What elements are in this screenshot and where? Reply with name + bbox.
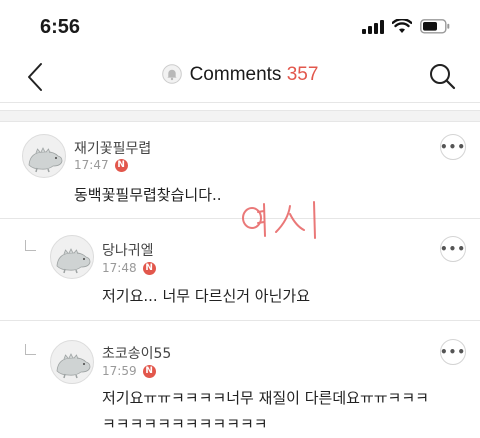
comment-author[interactable]: 재기꽃필무렵 bbox=[74, 138, 151, 158]
comment-text: 저기요ㅠㅠㅋㅋㅋㅋ너무 재질이 다른데요ㅠㅠㅋㅋㅋ ㅋㅋㅋㅋㅋㅋㅋㅋㅋㅋㅋㅋ bbox=[102, 385, 429, 437]
comment-author[interactable]: 초코송이55 bbox=[102, 343, 171, 363]
bell-icon[interactable] bbox=[161, 64, 182, 84]
cellular-signal-icon bbox=[362, 19, 384, 34]
status-bar: 6:56 bbox=[0, 0, 480, 52]
avatar[interactable] bbox=[50, 235, 94, 279]
wifi-icon bbox=[392, 19, 412, 33]
more-dots-icon: ••• bbox=[440, 140, 467, 154]
header-divider bbox=[0, 102, 480, 103]
page-title: Comments 357 bbox=[0, 64, 480, 86]
new-badge: N bbox=[142, 364, 156, 378]
handwritten-annotation bbox=[242, 201, 316, 239]
comment-text-line: 저기요ㅠㅠㅋㅋㅋㅋ너무 재질이 다른데요ㅠㅠㅋㅋㅋ bbox=[102, 389, 429, 407]
comment-time: 17:48 bbox=[102, 261, 137, 275]
dinosaur-avatar-icon bbox=[56, 248, 91, 274]
comment-meta: 17:47 N bbox=[74, 158, 128, 172]
comment-meta: 17:48 N bbox=[102, 261, 156, 275]
comment-text-line: ㅋㅋㅋㅋㅋㅋㅋㅋㅋㅋㅋㅋ bbox=[102, 415, 268, 433]
search-icon bbox=[430, 64, 456, 90]
status-time: 6:56 bbox=[40, 16, 81, 38]
comment-author[interactable]: 당나귀엘 bbox=[102, 240, 154, 260]
more-options-button[interactable]: ••• bbox=[440, 134, 466, 160]
more-dots-icon: ••• bbox=[440, 242, 467, 256]
comment-meta: 17:59 N bbox=[102, 364, 156, 378]
reply-comment-item: 초코송이55 17:59 N 저기요ㅠㅠㅋㅋㅋㅋ너무 재질이 다른데요ㅠㅠㅋㅋㅋ… bbox=[0, 321, 480, 438]
avatar[interactable] bbox=[50, 340, 94, 384]
comment-count: 357 bbox=[286, 64, 319, 85]
reply-indicator-icon bbox=[25, 240, 36, 251]
comment-text: 저기요... 너무 다르신거 아닌가요 bbox=[102, 287, 311, 305]
dinosaur-avatar-icon bbox=[28, 147, 63, 173]
more-options-button[interactable]: ••• bbox=[440, 236, 466, 262]
new-badge: N bbox=[114, 158, 128, 172]
comment-time: 17:47 bbox=[74, 158, 109, 172]
more-options-button[interactable]: ••• bbox=[440, 339, 466, 365]
dinosaur-avatar-icon bbox=[56, 353, 91, 379]
status-icons bbox=[362, 19, 450, 34]
new-badge: N bbox=[142, 261, 156, 275]
more-dots-icon: ••• bbox=[440, 345, 467, 359]
section-divider bbox=[0, 110, 480, 122]
reply-indicator-icon bbox=[25, 344, 36, 355]
comment-text: 동백꽃필무렵찾습니다.. bbox=[74, 186, 222, 204]
avatar[interactable] bbox=[22, 134, 66, 178]
comment-time: 17:59 bbox=[102, 364, 137, 378]
comments-header: Comments 357 bbox=[0, 52, 480, 102]
battery-icon bbox=[420, 19, 450, 34]
page-title-text: Comments bbox=[189, 64, 282, 85]
search-button[interactable] bbox=[428, 62, 456, 92]
